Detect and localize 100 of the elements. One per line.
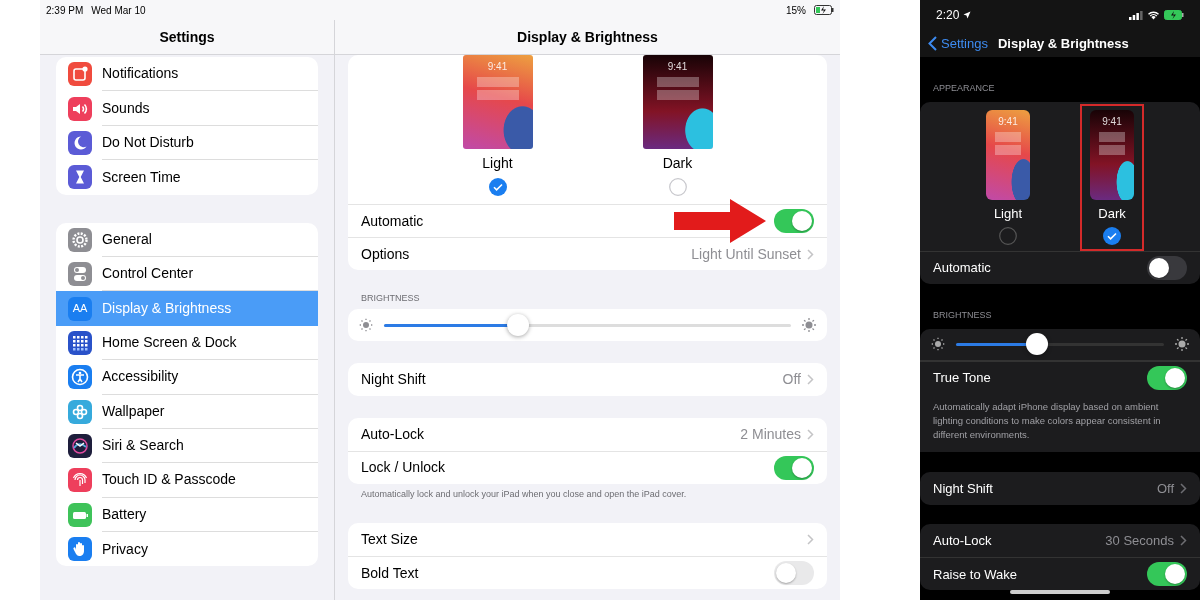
preview-time: 9:41 — [487, 60, 508, 74]
toggle-switch[interactable] — [1147, 365, 1187, 390]
chevron-icon — [807, 534, 814, 545]
setting-label: Bold Text — [361, 563, 420, 583]
sidebar-item[interactable]: Battery — [56, 497, 318, 533]
sidebar-item[interactable]: Notifications — [56, 57, 318, 92]
section-header: BRIGHTNESS — [932, 309, 993, 322]
toggle-switch[interactable] — [774, 209, 814, 233]
dim-sun-icon — [930, 336, 946, 352]
settings-row-label[interactable]: Night Shift — [933, 478, 1157, 499]
location-arrow-icon — [963, 11, 972, 20]
sidebar-item[interactable]: Siri & Search — [56, 428, 318, 464]
wallpaper-preview[interactable]: 9:41 — [642, 55, 713, 149]
sidebar-item[interactable]: General — [56, 222, 318, 257]
sidebar-item[interactable]: Sounds — [56, 91, 318, 126]
setting-value: 30 Seconds — [1105, 532, 1174, 551]
chevron-icon — [1180, 482, 1187, 494]
battery-icon — [68, 502, 92, 527]
widget-bar — [656, 77, 699, 87]
sidebar-item[interactable]: Touch ID & Passcode — [56, 463, 318, 498]
page-title: Display & Brightness — [998, 34, 1129, 53]
flower-icon — [68, 399, 92, 424]
settings-row-label[interactable]: Auto-Lock — [933, 531, 1106, 551]
sidebar-item[interactable]: Screen Time — [56, 160, 318, 195]
status-date: Wed Mar 10 — [91, 3, 146, 18]
settings-row-label[interactable]: Auto-Lock — [361, 423, 741, 445]
chevron-icon — [807, 248, 814, 260]
widget-bar — [476, 90, 519, 100]
sidebar-item[interactable]: AA Display & Brightness — [56, 291, 318, 326]
bright-sun-icon — [1174, 336, 1190, 352]
section-header: APPEARANCE — [932, 82, 996, 95]
slider-thumb[interactable] — [507, 313, 530, 336]
fingerprint-icon — [68, 468, 92, 493]
chevron-left-icon — [928, 36, 937, 52]
setting-value: Off — [782, 369, 801, 389]
widget-bar — [1098, 131, 1126, 142]
wifi-icon — [1147, 10, 1160, 21]
slider-thumb[interactable] — [1026, 333, 1049, 355]
brightness-slider[interactable] — [956, 333, 1164, 355]
gear-icon — [68, 227, 92, 252]
setting-label: Automatic — [933, 259, 992, 278]
signal-bars-icon — [1129, 10, 1143, 20]
chevron-icon — [807, 373, 814, 385]
option-label: Light — [993, 204, 1023, 223]
setting-label: Automatic — [361, 211, 425, 231]
speaker-icon — [68, 96, 92, 121]
toggle-switch[interactable] — [774, 561, 814, 585]
setting-label: Raise to Wake — [933, 565, 1019, 584]
setting-value: Off — [1156, 479, 1174, 498]
radio-checked-icon[interactable] — [1103, 227, 1121, 245]
sidebar-item[interactable]: Do Not Disturb — [56, 125, 318, 161]
sidebar-item[interactable]: Home Screen & Dock — [56, 325, 318, 361]
chevron-icon — [807, 428, 814, 440]
widget-bar — [476, 77, 519, 87]
brightness-slider[interactable] — [384, 313, 791, 336]
page-title: Display & Brightness — [517, 27, 658, 47]
toggles-icon — [68, 262, 92, 287]
sidebar-item[interactable]: Accessibility — [56, 360, 318, 395]
preview-time: 9:41 — [667, 60, 688, 74]
back-button[interactable]: Settings — [928, 33, 988, 54]
preview-time: 9:41 — [1102, 114, 1122, 129]
option-label: Dark — [662, 154, 693, 173]
moon-icon — [68, 130, 92, 155]
settings-row-label[interactable]: Night Shift — [361, 368, 783, 390]
battery-percent: 15% — [786, 3, 806, 18]
status-time: 2:20 — [936, 7, 960, 25]
settings-row-label[interactable]: Options — [361, 243, 692, 265]
charging-battery-icon — [814, 5, 834, 15]
settings-row-label[interactable]: Text Size — [361, 529, 807, 550]
toggle-switch[interactable] — [774, 455, 814, 480]
chevron-icon — [1180, 535, 1187, 547]
widget-bar — [656, 90, 699, 100]
sidebar-item[interactable]: Wallpaper — [56, 394, 318, 429]
wallpaper-preview[interactable]: 9:41 — [1090, 109, 1134, 200]
sidebar-item[interactable]: Privacy — [56, 532, 318, 567]
setting-label: Lock / Unlock — [361, 458, 447, 477]
bright-sun-icon — [801, 316, 817, 333]
toggle-switch[interactable] — [1147, 562, 1187, 587]
hourglass-icon — [68, 165, 92, 190]
setting-label: True Tone — [933, 368, 992, 387]
display-icon: AA — [68, 296, 92, 321]
dim-sun-icon — [358, 316, 374, 333]
radio-unchecked-icon[interactable] — [999, 227, 1017, 245]
section-header: BRIGHTNESS — [360, 292, 421, 305]
widget-bar — [1098, 144, 1126, 155]
widget-bar — [994, 144, 1022, 155]
app-grid-icon — [68, 330, 92, 355]
toggle-switch[interactable] — [1147, 256, 1187, 280]
accessibility-icon — [68, 365, 92, 390]
radio-checked-icon[interactable] — [488, 178, 507, 196]
charging-battery-icon — [1164, 10, 1184, 21]
hand-icon — [68, 537, 92, 562]
widget-bar — [994, 131, 1022, 142]
sidebar-title: Settings — [159, 27, 215, 47]
option-label: Dark — [1098, 204, 1126, 223]
preview-time: 9:41 — [998, 114, 1018, 129]
option-label: Light — [482, 154, 513, 173]
footnote-text: Automatically lock and unlock your iPad when you close and open the iPad cover. — [360, 487, 688, 501]
notification-icon — [68, 62, 92, 87]
setting-value: Light Until Sunset — [691, 244, 801, 264]
